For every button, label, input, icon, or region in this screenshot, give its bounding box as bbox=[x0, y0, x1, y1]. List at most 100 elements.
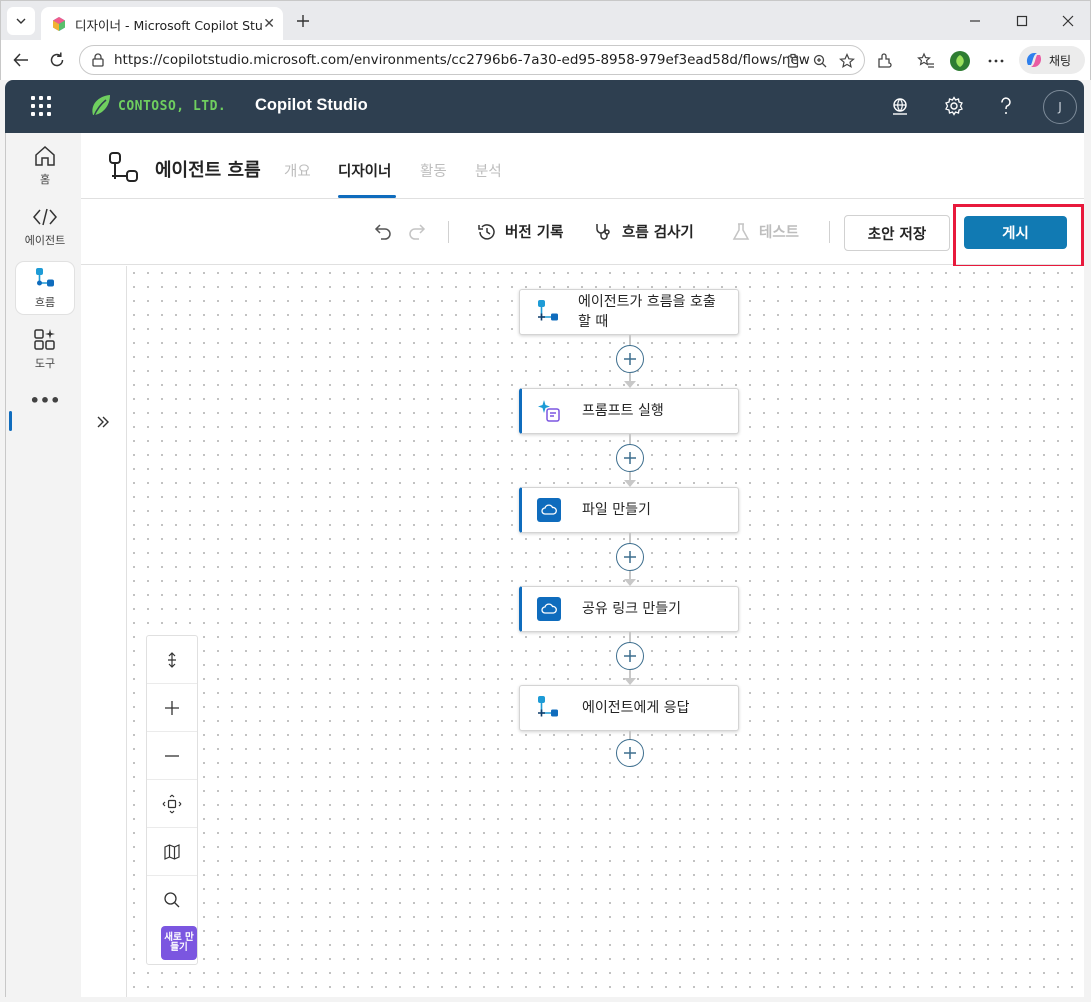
app-title: Copilot Studio bbox=[255, 96, 368, 114]
flow-canvas[interactable]: 에이전트가 흐름을 호출할 때 프롬프트 실행 파일 만들기 공유 링크 만들기… bbox=[127, 266, 1084, 997]
profile-icon[interactable] bbox=[949, 50, 971, 72]
test-label: 테스트 bbox=[759, 225, 800, 241]
new-create-badge[interactable]: 새로 만들기 bbox=[161, 926, 197, 960]
tab-close-icon[interactable]: ✕ bbox=[263, 16, 275, 32]
nav-item-home[interactable]: 홈 bbox=[16, 139, 74, 191]
test-button[interactable]: 테스트 bbox=[731, 221, 799, 242]
zoom-out-button[interactable] bbox=[147, 732, 197, 780]
extensions-icon[interactable] bbox=[873, 50, 895, 72]
refresh-icon bbox=[50, 52, 64, 67]
page-title: 에이전트 흐름 bbox=[155, 160, 261, 181]
nav-item-tools[interactable]: 도구 bbox=[16, 323, 74, 375]
publish-highlight-box bbox=[953, 204, 1084, 268]
tab-title: 디자이너 - Microsoft Copilot Studio bbox=[75, 17, 263, 33]
node-label: 에이전트가 흐름을 호출할 때 bbox=[578, 294, 716, 330]
chat-label: 채팅 bbox=[1049, 53, 1072, 68]
browser-toolbar: https://copilotstudio.microsoft.com/envi… bbox=[0, 40, 1091, 80]
favorites-icon[interactable] bbox=[915, 50, 937, 72]
settings-gear-icon[interactable] bbox=[943, 95, 965, 117]
divider bbox=[448, 221, 449, 243]
minus-icon bbox=[165, 754, 179, 757]
add-step-button[interactable] bbox=[616, 543, 644, 571]
divider bbox=[829, 221, 830, 243]
refresh-button[interactable] bbox=[45, 48, 69, 72]
fit-view-button[interactable] bbox=[147, 780, 197, 828]
tab-analytics[interactable]: 분석 bbox=[475, 160, 502, 181]
user-avatar[interactable]: J bbox=[1043, 90, 1077, 124]
tools-icon bbox=[34, 328, 55, 350]
favorite-star-icon[interactable] bbox=[838, 52, 856, 70]
expand-panel-button[interactable] bbox=[91, 410, 115, 434]
minimap-button[interactable] bbox=[147, 828, 197, 876]
back-button[interactable] bbox=[9, 48, 33, 72]
plus-icon bbox=[297, 15, 309, 27]
map-icon bbox=[164, 843, 180, 860]
search-button[interactable] bbox=[147, 876, 197, 924]
plus-icon bbox=[624, 747, 636, 759]
app-launcher-icon[interactable] bbox=[31, 96, 51, 116]
trigger-icon bbox=[536, 695, 562, 721]
trigger-icon bbox=[536, 299, 562, 325]
active-nav-indicator bbox=[9, 411, 12, 431]
nav-item-flows[interactable]: 흐름 bbox=[16, 262, 74, 314]
site-info-icon[interactable] bbox=[90, 52, 106, 68]
url-text: https://copilotstudio.microsoft.com/envi… bbox=[114, 52, 810, 68]
onedrive-icon bbox=[536, 497, 562, 523]
copilot-icon bbox=[1026, 53, 1042, 67]
browser-tab[interactable]: 디자이너 - Microsoft Copilot Studio ✕ bbox=[41, 7, 283, 41]
connector-arrow bbox=[624, 678, 636, 685]
tab-actions-button[interactable] bbox=[7, 7, 35, 35]
flow-node-run-prompt[interactable]: 프롬프트 실행 bbox=[519, 388, 739, 434]
clipboard-icon[interactable] bbox=[784, 52, 802, 70]
more-options-icon[interactable] bbox=[985, 50, 1007, 72]
new-tab-button[interactable] bbox=[291, 9, 315, 33]
version-history-button[interactable]: 버전 기록 bbox=[477, 221, 563, 242]
nav-item-agents[interactable]: 에이전트 bbox=[16, 200, 74, 252]
tab-designer[interactable]: 디자이너 bbox=[338, 160, 391, 181]
node-label: 파일 만들기 bbox=[582, 502, 651, 518]
help-icon[interactable] bbox=[995, 95, 1017, 117]
flow-node-create-share-link[interactable]: 공유 링크 만들기 bbox=[519, 586, 739, 632]
maximize-button[interactable] bbox=[1010, 9, 1034, 33]
save-draft-button[interactable]: 초안 저장 bbox=[844, 215, 950, 251]
page-header: 에이전트 흐름 개요 디자이너 활동 분석 bbox=[81, 133, 1084, 199]
minimize-icon bbox=[970, 20, 980, 22]
add-step-button[interactable] bbox=[616, 642, 644, 670]
stethoscope-icon bbox=[596, 223, 610, 240]
nav-label-agents: 에이전트 bbox=[24, 233, 66, 247]
flow-node-trigger[interactable]: 에이전트가 흐름을 호출할 때 bbox=[519, 289, 739, 335]
tab-activity[interactable]: 활동 bbox=[420, 160, 447, 181]
address-bar[interactable]: https://copilotstudio.microsoft.com/envi… bbox=[79, 45, 865, 75]
side-panel-collapsed bbox=[81, 266, 127, 997]
fit-height-button[interactable] bbox=[147, 636, 197, 684]
main-panel: 에이전트 흐름 개요 디자이너 활동 분석 버전 기록 흐름 검사기 테스트 초… bbox=[81, 133, 1084, 997]
flow-icon bbox=[36, 267, 54, 286]
add-step-button[interactable] bbox=[616, 444, 644, 472]
connector-arrow bbox=[624, 480, 636, 487]
node-label: 공유 링크 만들기 bbox=[582, 601, 682, 617]
redo-button[interactable] bbox=[407, 221, 435, 241]
zoom-in-button[interactable] bbox=[147, 684, 197, 732]
prompt-icon bbox=[536, 398, 562, 424]
copilot-chat-button[interactable]: 채팅 bbox=[1019, 46, 1085, 74]
nav-more-button[interactable]: ••• bbox=[16, 385, 74, 415]
flow-checker-button[interactable]: 흐름 검사기 bbox=[594, 221, 694, 242]
agent-flow-icon bbox=[109, 152, 138, 182]
canvas-controls bbox=[146, 635, 198, 965]
left-nav-rail: 홈 에이전트 흐름 도구 ••• bbox=[5, 133, 81, 997]
flow-node-create-file[interactable]: 파일 만들기 bbox=[519, 487, 739, 533]
undo-button[interactable] bbox=[373, 221, 401, 241]
add-step-button[interactable] bbox=[616, 739, 644, 767]
chevron-down-icon bbox=[16, 18, 26, 24]
zoom-icon[interactable] bbox=[811, 52, 829, 70]
environment-icon[interactable] bbox=[889, 95, 911, 117]
close-window-button[interactable] bbox=[1056, 9, 1080, 33]
tab-overview[interactable]: 개요 bbox=[284, 160, 311, 181]
minimize-button[interactable] bbox=[963, 9, 987, 33]
history-icon bbox=[478, 223, 495, 240]
undo-icon bbox=[374, 224, 391, 240]
nav-label-tools: 도구 bbox=[34, 356, 56, 370]
add-step-button[interactable] bbox=[616, 345, 644, 373]
flow-node-respond-to-agent[interactable]: 에이전트에게 응답 bbox=[519, 685, 739, 731]
plus-icon bbox=[624, 650, 636, 662]
